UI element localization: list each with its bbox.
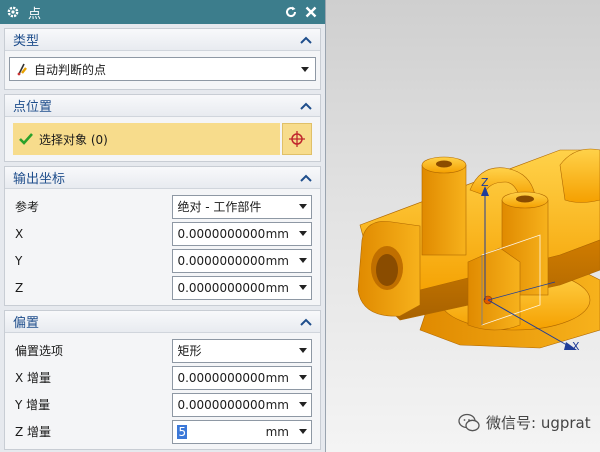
z-unit: mm [265, 280, 289, 295]
x-increment-unit: mm [265, 370, 289, 385]
reset-icon [286, 6, 297, 18]
y-value: 0.0000000000 [177, 253, 266, 268]
z-increment-value: 5 [177, 424, 188, 439]
chevron-down-icon [299, 258, 307, 263]
chevron-down-icon [299, 204, 307, 209]
chevron-down-icon [301, 66, 309, 72]
x-label: X [15, 226, 24, 241]
chevron-down-icon [299, 429, 307, 434]
x-increment-field[interactable]: 0.0000000000 mm [172, 365, 312, 390]
z-label: Z [15, 280, 24, 295]
x-value: 0.0000000000 [177, 226, 266, 241]
reset-button[interactable] [283, 4, 299, 20]
reference-label: 参考 [15, 200, 40, 214]
part-model [357, 148, 600, 350]
dialog-title: 点 [28, 6, 42, 22]
x-increment-label: X 增量 [15, 371, 52, 385]
select-object-label: 选择对象 (0) [39, 132, 108, 147]
point-type-value: 自动判断的点 [34, 62, 107, 77]
chevron-down-icon [299, 231, 307, 236]
offset-option-value: 矩形 [177, 344, 202, 358]
close-icon [305, 6, 317, 18]
graphics-viewport[interactable]: Z X [326, 0, 600, 452]
chevron-down-icon [299, 348, 307, 353]
y-increment-label: Y 增量 [15, 398, 51, 412]
gear-icon[interactable] [6, 5, 20, 19]
inferred-point-icon [17, 63, 27, 76]
chevron-down-icon [299, 285, 307, 290]
crosshair-icon [289, 131, 305, 147]
wechat-logo-icon [458, 413, 480, 431]
offset-group-header[interactable]: 偏置 [5, 311, 320, 333]
coordinates-group-title: 输出坐标 [13, 172, 66, 187]
x-increment-value: 0.0000000000 [177, 370, 266, 385]
type-group: 类型 自动判断的点 [4, 28, 321, 90]
chevron-up-icon [300, 318, 312, 326]
dialog-titlebar: 点 [0, 0, 325, 24]
checkmark-icon [19, 133, 33, 145]
y-coordinate-field[interactable]: 0.0000000000 mm [172, 248, 312, 273]
y-increment-value: 0.0000000000 [177, 397, 266, 412]
offset-option-label: 偏置选项 [15, 344, 64, 358]
offset-option-select[interactable]: 矩形 [172, 338, 312, 363]
close-button[interactable] [303, 4, 319, 20]
watermark-text: 微信号: ugprat [486, 414, 591, 432]
z-increment-label: Z 增量 [15, 425, 52, 439]
location-group: 点位置 选择对象 (0) [4, 94, 321, 162]
y-unit: mm [265, 253, 289, 268]
offset-group-title: 偏置 [13, 316, 40, 331]
type-group-header[interactable]: 类型 [5, 29, 320, 51]
watermark: 微信号: ugprat [458, 412, 591, 433]
z-coordinate-field[interactable]: 0.0000000000 mm [172, 275, 312, 300]
location-group-header[interactable]: 点位置 [5, 95, 320, 117]
x-axis-label: X [572, 340, 580, 353]
z-axis-label: Z [481, 176, 489, 189]
chevron-up-icon [300, 102, 312, 110]
point-dialog-button[interactable] [282, 123, 312, 155]
y-increment-field[interactable]: 0.0000000000 mm [172, 392, 312, 417]
point-dialog: 点 类型 自动判断的点 点位置 选择对象 (0) 输出坐标 参考 绝对 - 工作… [0, 0, 326, 452]
type-group-title: 类型 [13, 34, 40, 49]
chevron-down-icon [299, 402, 307, 407]
reference-select[interactable]: 绝对 - 工作部件 [172, 194, 312, 219]
reference-value: 绝对 - 工作部件 [177, 200, 262, 214]
select-object-field[interactable]: 选择对象 (0) [13, 123, 280, 155]
z-increment-unit: mm [265, 424, 289, 439]
coordinates-group: 输出坐标 参考 绝对 - 工作部件 X 0.0000000000 mm Y 0.… [4, 166, 321, 306]
coordinates-group-header[interactable]: 输出坐标 [5, 167, 320, 189]
z-value: 0.0000000000 [177, 280, 266, 295]
chevron-up-icon [300, 36, 312, 44]
offset-group: 偏置 偏置选项 矩形 X 增量 0.0000000000 mm Y 增量 0.0… [4, 310, 321, 450]
chevron-down-icon [299, 375, 307, 380]
x-unit: mm [265, 226, 289, 241]
chevron-up-icon [300, 174, 312, 182]
point-type-select[interactable]: 自动判断的点 [9, 57, 316, 81]
x-coordinate-field[interactable]: 0.0000000000 mm [172, 221, 312, 246]
y-increment-unit: mm [265, 397, 289, 412]
z-increment-field[interactable]: 5 mm [172, 419, 312, 444]
y-label: Y [15, 253, 23, 268]
location-group-title: 点位置 [13, 100, 53, 115]
